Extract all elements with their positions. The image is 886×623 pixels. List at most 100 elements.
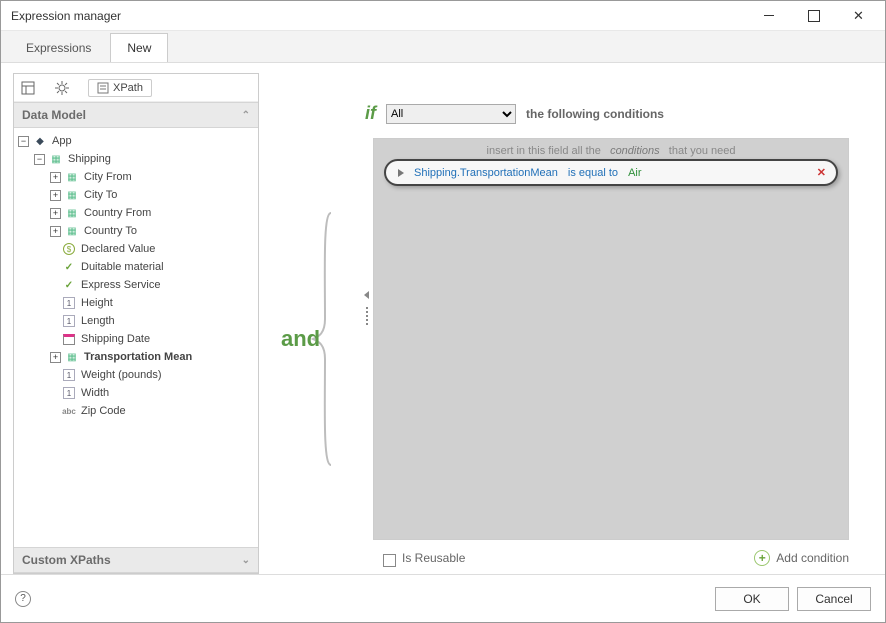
- tree-icon: ✓: [61, 260, 77, 274]
- drag-arrow-icon: [364, 291, 369, 299]
- tree-item[interactable]: −◆App: [18, 132, 258, 150]
- left-panel: XPath Data Model ⌃ −◆App−▦Shipping+▦City…: [13, 73, 259, 574]
- tree-item[interactable]: −▦Shipping: [18, 150, 258, 168]
- condition-value[interactable]: Air: [628, 167, 641, 179]
- help-icon[interactable]: ?: [15, 591, 31, 607]
- add-condition-label: Add condition: [776, 551, 849, 565]
- dialog-footer: ? OK Cancel: [1, 574, 885, 622]
- xpath-icon: [97, 82, 109, 94]
- gear-icon[interactable]: [54, 80, 70, 96]
- dialog-body: XPath Data Model ⌃ −◆App−▦Shipping+▦City…: [1, 63, 885, 574]
- conditions-box[interactable]: insert in this field all the conditions …: [373, 138, 849, 540]
- tree-item[interactable]: 1 Length: [18, 312, 258, 330]
- data-model-header[interactable]: Data Model ⌃: [14, 102, 258, 128]
- titlebar: Expression manager: [1, 1, 885, 31]
- tree-icon: ▦: [64, 188, 80, 202]
- hint-prefix: insert in this field all the: [487, 145, 601, 157]
- tree-label: Width: [81, 387, 109, 399]
- tab-strip: Expressions New: [1, 31, 885, 63]
- tree-item[interactable]: +▦ City To: [18, 186, 258, 204]
- tree-label: City To: [84, 189, 117, 201]
- tree-item[interactable]: +▦Transportation Mean: [18, 348, 258, 366]
- and-label: and: [281, 326, 320, 352]
- tree-icon: ◆: [32, 134, 48, 148]
- tree-icon: 1: [61, 386, 77, 400]
- expand-icon[interactable]: −: [18, 136, 29, 147]
- tree-label: Country From: [84, 207, 151, 219]
- tree-label: Shipping Date: [81, 333, 150, 345]
- expression-manager-window: Expression manager Expressions New XPath: [0, 0, 886, 623]
- tree-label: Weight (pounds): [81, 369, 162, 381]
- is-reusable-label: Is Reusable: [402, 551, 465, 565]
- condition-field[interactable]: Shipping.TransportationMean: [414, 167, 558, 179]
- tree-label: Transportation Mean: [84, 351, 192, 363]
- tab-new[interactable]: New: [110, 33, 168, 62]
- expand-icon[interactable]: +: [50, 226, 61, 237]
- hint-suffix: that you need: [669, 145, 736, 157]
- bottom-row: Is Reusable + Add condition: [273, 540, 873, 574]
- hint-italic: conditions: [610, 145, 660, 157]
- scope-select[interactable]: All: [386, 104, 516, 124]
- tree-item[interactable]: ✓ Express Service: [18, 276, 258, 294]
- tree-icon: ▦: [64, 224, 80, 238]
- tree-icon: abc: [61, 404, 77, 418]
- tree-icon: 1: [61, 296, 77, 310]
- tree-label: Declared Value: [81, 243, 155, 255]
- delete-condition-icon[interactable]: ✕: [817, 166, 826, 179]
- splitter-dots-icon[interactable]: [366, 307, 368, 325]
- tree-label: Express Service: [81, 279, 160, 291]
- tree-item[interactable]: 1 Weight (pounds): [18, 366, 258, 384]
- ok-button[interactable]: OK: [715, 587, 789, 611]
- close-button[interactable]: [836, 2, 881, 30]
- is-reusable-checkbox[interactable]: [383, 554, 396, 567]
- tree-item[interactable]: $Declared Value: [18, 240, 258, 258]
- window-title: Expression manager: [11, 9, 746, 23]
- tree-label: City From: [84, 171, 132, 183]
- tree-icon: 1: [61, 314, 77, 328]
- expand-condition-icon[interactable]: [398, 169, 404, 177]
- tree-item[interactable]: Shipping Date: [18, 330, 258, 348]
- add-condition-button[interactable]: + Add condition: [754, 550, 849, 566]
- expand-icon[interactable]: +: [50, 172, 61, 183]
- custom-xpaths-title: Custom XPaths: [22, 553, 111, 567]
- maximize-button[interactable]: [791, 2, 836, 30]
- and-column: and: [273, 138, 373, 540]
- tree-label: Height: [81, 297, 113, 309]
- minimize-button[interactable]: [746, 2, 791, 30]
- expand-icon[interactable]: +: [50, 208, 61, 219]
- xpath-button[interactable]: XPath: [88, 79, 152, 97]
- tree-item[interactable]: 1 Height: [18, 294, 258, 312]
- tree-label: Country To: [84, 225, 137, 237]
- expand-icon[interactable]: +: [50, 190, 61, 201]
- tree-icon: [61, 332, 77, 346]
- condition-operator[interactable]: is equal to: [568, 167, 618, 179]
- tree-item[interactable]: +▦ City From: [18, 168, 258, 186]
- tree-icon: ▦: [64, 170, 80, 184]
- expand-icon[interactable]: +: [50, 352, 61, 363]
- tree-item[interactable]: 1 Width: [18, 384, 258, 402]
- data-model-tree: −◆App−▦Shipping+▦City From+▦City To+▦Cou…: [14, 128, 258, 547]
- condition-row[interactable]: Shipping.TransportationMean is equal to …: [384, 159, 838, 186]
- condition-area: and insert in this field all the conditi…: [273, 138, 873, 540]
- tree-item[interactable]: abc Zip Code: [18, 402, 258, 420]
- tree-item[interactable]: +▦Country From: [18, 204, 258, 222]
- custom-xpaths-header[interactable]: Custom XPaths ⌄: [14, 547, 258, 573]
- chevron-down-icon: ⌄: [242, 555, 250, 566]
- tree-icon: ✓: [61, 278, 77, 292]
- following-conditions-label: the following conditions: [526, 107, 664, 121]
- if-label: if: [365, 103, 376, 124]
- xpath-label: XPath: [113, 82, 143, 94]
- tree-label: Length: [81, 315, 115, 327]
- chevron-up-icon: ⌃: [242, 110, 250, 121]
- tab-expressions[interactable]: Expressions: [9, 33, 108, 62]
- right-panel: if All the following conditions and inse…: [273, 73, 873, 574]
- tree-item[interactable]: +▦ Country To: [18, 222, 258, 240]
- cancel-button[interactable]: Cancel: [797, 587, 871, 611]
- tree-icon: 1: [61, 368, 77, 382]
- tree-label: Shipping: [68, 153, 111, 165]
- data-model-icon[interactable]: [20, 80, 36, 96]
- expand-icon[interactable]: −: [34, 154, 45, 165]
- tree-item[interactable]: ✓Duitable material: [18, 258, 258, 276]
- condition-hint: insert in this field all the conditions …: [374, 139, 848, 157]
- tree-label: Zip Code: [81, 405, 126, 417]
